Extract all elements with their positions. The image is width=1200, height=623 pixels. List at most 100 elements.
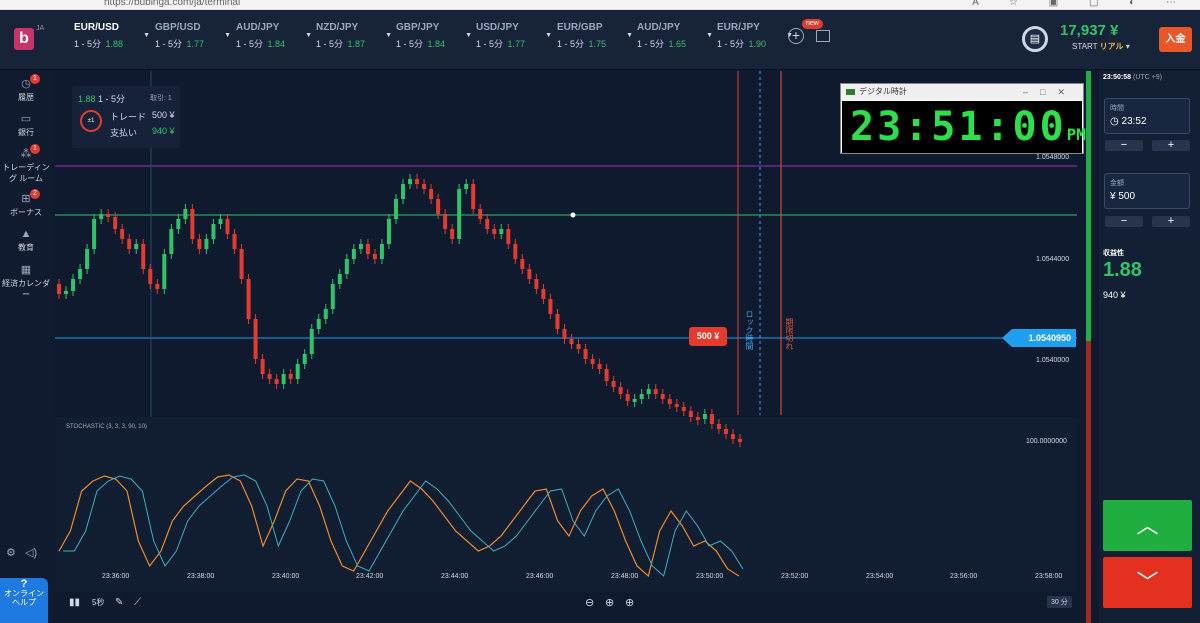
candle	[239, 249, 244, 279]
sound-icon[interactable]: ◁)	[25, 547, 37, 559]
asset-tab[interactable]: AUD/JPY 1 - 5分 1.84 ▼	[236, 22, 316, 62]
chevron-down-icon[interactable]: ▼	[224, 32, 231, 39]
candle	[148, 269, 153, 284]
interval-select[interactable]: 5秒	[92, 597, 104, 608]
indicators-icon[interactable]: ⟋	[134, 597, 141, 608]
candle	[197, 239, 202, 249]
sidebar-item-trading-room[interactable]: ⁂ 1 トレーディング ルーム	[0, 144, 52, 184]
trade-marker[interactable]: 500 ¥	[689, 327, 727, 346]
chart-type-icon[interactable]: ▮▮	[69, 597, 80, 608]
gear-icon[interactable]: ⚙	[6, 547, 16, 559]
zoom-in-icon[interactable]: ⊕	[625, 596, 634, 609]
candle	[562, 329, 567, 339]
open-trade-panel[interactable]: 1.88 1 - 5分 取引: 1 ±1 トレード 500 ¥ 支払い 940 …	[72, 86, 180, 148]
candle	[737, 439, 742, 442]
candle	[653, 389, 658, 394]
amount-minus-button[interactable]: −	[1105, 216, 1143, 227]
call-button[interactable]: ︿	[1103, 500, 1192, 551]
candle	[527, 269, 532, 279]
sidebar: ◷ 1 履歴 ▭ 銀行 ⁂ 1 トレーディング ルーム ⊞ 2 ボーナス ▲ 教育 ▦ 経済カレン…	[0, 71, 52, 623]
candle	[183, 209, 188, 219]
asset-tab[interactable]: EUR/USD 1 - 5分 1.88 ▼	[74, 22, 154, 62]
calendar-icon: ▦	[20, 264, 32, 276]
candle	[723, 429, 728, 434]
time-minus-button[interactable]: −	[1105, 140, 1143, 151]
window-controls[interactable]: –□✕	[1023, 84, 1077, 100]
candle	[176, 219, 181, 229]
sidebar-item-education[interactable]: ▲ 教育	[0, 228, 52, 253]
wallet-icon: ▭	[20, 113, 32, 125]
arrow-up-icon: ︿	[1136, 513, 1159, 538]
chevron-down-icon[interactable]: ▼	[706, 32, 713, 39]
sidebar-item-calendar[interactable]: ▦ 経済カレンダー	[0, 264, 52, 300]
asset-tab[interactable]: EUR/JPY 1 - 5分 1.90 ▼	[717, 22, 797, 62]
candle	[190, 209, 195, 239]
logo[interactable]: b	[14, 28, 34, 50]
online-help-button[interactable]: ? オンライン ヘルプ	[0, 578, 48, 623]
deposit-button[interactable]: 入金	[1159, 27, 1192, 52]
asset-tab[interactable]: AUD/JPY 1 - 5分 1.65 ▼	[637, 22, 717, 62]
education-icon: ▲	[20, 228, 32, 240]
asset-tab[interactable]: GBP/USD 1 - 5分 1.77 ▼	[155, 22, 235, 62]
digital-clock-window[interactable]: デジタル時計 –□✕ 23:51:00PM	[840, 83, 1086, 154]
candle	[113, 217, 118, 229]
candle	[204, 239, 209, 249]
amount-field[interactable]: 金額 ¥ 500	[1104, 173, 1190, 209]
x-tick: 23:38:00	[187, 573, 215, 580]
indicator-label[interactable]: STOCHASTIC (3, 3, 3, 90, 10)	[66, 424, 147, 430]
put-button[interactable]: ﹀	[1103, 557, 1192, 608]
indicator-pane	[55, 417, 1077, 592]
asset-tab[interactable]: USD/JPY 1 - 5分 1.77 ▼	[476, 22, 556, 62]
amount-plus-button[interactable]: +	[1152, 216, 1190, 227]
candle	[618, 387, 623, 394]
candle	[267, 374, 272, 379]
x-tick: 23:48:00	[611, 573, 639, 580]
layout-icon[interactable]	[816, 30, 830, 42]
account-type[interactable]: START リアル ▾	[1072, 41, 1130, 52]
zoom-out-icon[interactable]: ⊖	[585, 596, 594, 609]
url-bar[interactable]: https://bubinga.com/ja/terminal	[104, 0, 240, 8]
new-badge: new	[802, 19, 823, 29]
candle	[330, 284, 335, 309]
asset-tab[interactable]: EUR/GBP 1 - 5分 1.75 ▼	[557, 22, 637, 62]
chevron-down-icon[interactable]: ▼	[143, 32, 150, 39]
add-asset-button[interactable]: +	[788, 28, 804, 44]
candle	[625, 394, 630, 401]
candle	[646, 389, 651, 394]
chevron-down-icon[interactable]: ▼	[305, 32, 312, 39]
candle	[344, 259, 349, 274]
draw-icon[interactable]: ✎	[115, 597, 123, 608]
candle	[64, 291, 69, 294]
candle	[730, 434, 735, 439]
chevron-down-icon[interactable]: ▼	[626, 32, 633, 39]
asset-tab[interactable]: NZD/JPY 1 - 5分 1.87 ▼	[316, 22, 396, 62]
chevron-down-icon[interactable]: ▼	[545, 32, 552, 39]
browser-icons: A ☆ ▣ ▢ ◐ ⋯	[972, 0, 1190, 8]
candle	[709, 414, 714, 424]
chevron-down-icon[interactable]: ▼	[465, 32, 472, 39]
lock-time-label: ロック時間	[745, 310, 754, 350]
candle	[632, 399, 637, 402]
candle	[436, 199, 441, 214]
sidebar-item-bank[interactable]: ▭ 銀行	[0, 113, 52, 138]
arrow-down-icon: ﹀	[1136, 570, 1159, 595]
candle	[169, 229, 174, 254]
candle	[302, 354, 307, 364]
settings-area: ⚙ ◁)	[6, 546, 37, 559]
candle	[274, 379, 279, 384]
candle	[351, 249, 356, 259]
notification-badge: 2	[30, 189, 40, 199]
candle	[246, 279, 251, 319]
reset-zoom-icon[interactable]: ⊕	[605, 596, 614, 609]
account-icon[interactable]: ▤	[1022, 26, 1048, 52]
balance[interactable]: 17,937 ¥	[1060, 22, 1118, 39]
candle	[611, 381, 616, 387]
chevron-down-icon[interactable]: ▼	[385, 32, 392, 39]
sidebar-item-bonus[interactable]: ⊞ 2 ボーナス	[0, 189, 52, 218]
sidebar-item-history[interactable]: ◷ 1 履歴	[0, 74, 52, 103]
time-plus-button[interactable]: +	[1152, 140, 1190, 151]
asset-tab[interactable]: GBP/JPY 1 - 5分 1.84 ▼	[396, 22, 476, 62]
time-field[interactable]: 時間 ◷ 23:52	[1104, 98, 1190, 134]
candle	[386, 219, 391, 244]
period-select[interactable]: 30 分	[1047, 596, 1072, 608]
